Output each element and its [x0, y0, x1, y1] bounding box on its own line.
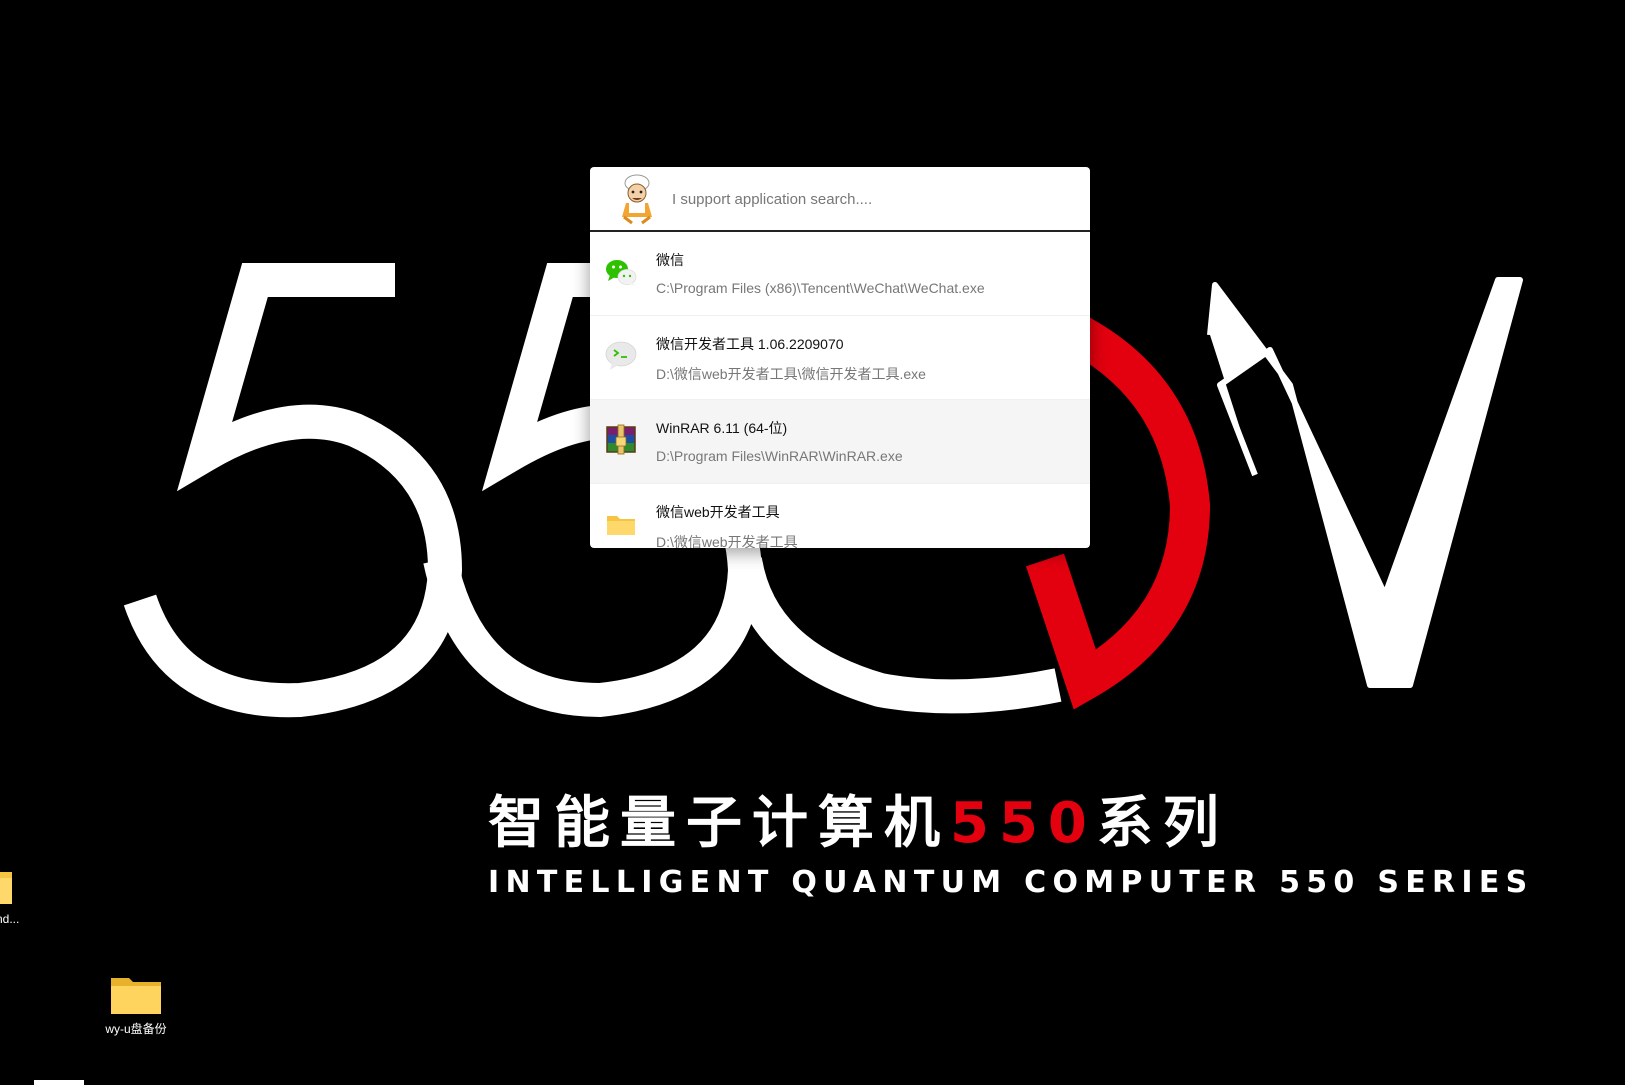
- desktop: 智能量子计算机550系列 INTELLIGENT QUANTUM COMPUTE…: [0, 0, 1625, 1085]
- result-name: 微信web开发者工具: [656, 504, 780, 520]
- wallpaper-title-zh-number: 550: [950, 791, 1097, 856]
- desktop-icon-wy-u-backup[interactable]: wy-u盘备份: [98, 972, 174, 1037]
- cartoon-avatar-icon[interactable]: [614, 173, 660, 225]
- app-launcher-panel: 微信 C:\Program Files (x86)\Tencent\WeChat…: [590, 167, 1090, 548]
- result-path: D:\Program Files\WinRAR\WinRAR.exe: [656, 448, 903, 464]
- result-item-wechat-devtools[interactable]: 微信开发者工具 1.06.2209070 D:\微信web开发者工具\微信开发者…: [590, 316, 1090, 400]
- result-item-wechat-devtools-folder[interactable]: 微信web开发者工具 D:\微信web开发者工具: [590, 484, 1090, 548]
- result-path: D:\微信web开发者工具: [656, 534, 798, 548]
- wechat-icon: [606, 260, 637, 286]
- result-item-wechat[interactable]: 微信 C:\Program Files (x86)\Tencent\WeChat…: [590, 232, 1090, 316]
- wallpaper-digit-5-first: [123, 263, 463, 718]
- desktop-icon-partial[interactable]: nd...: [0, 868, 30, 926]
- result-list: 微信 C:\Program Files (x86)\Tencent\WeChat…: [590, 232, 1090, 548]
- winrar-icon: [606, 424, 636, 455]
- result-name: WinRAR 6.11 (64-位): [656, 420, 788, 436]
- result-name: 微信开发者工具 1.06.2209070: [656, 336, 844, 352]
- folder-icon: [111, 978, 161, 1014]
- result-name: 微信: [656, 252, 684, 268]
- folder-icon: [0, 872, 12, 904]
- wallpaper-digit-0-white: [728, 556, 1062, 714]
- desktop-icon-label: wy-u盘备份: [105, 1022, 167, 1036]
- folder-icon: [607, 516, 635, 535]
- taskbar-item-fragment[interactable]: [34, 1080, 84, 1085]
- wallpaper-title-english: INTELLIGENT QUANTUM COMPUTER 550 SERIES: [488, 865, 1534, 900]
- wechat-devtools-icon: [605, 341, 637, 370]
- wallpaper-title-zh-main: 智能量子计算机: [488, 791, 950, 856]
- result-path: C:\Program Files (x86)\Tencent\WeChat\We…: [656, 280, 985, 296]
- desktop-icon-label: nd...: [0, 912, 20, 926]
- wallpaper-letter-w: [1207, 277, 1523, 688]
- wallpaper-title-zh-suffix: 系列: [1096, 791, 1229, 856]
- result-path: D:\微信web开发者工具\微信开发者工具.exe: [656, 366, 926, 382]
- wallpaper-title-chinese: 智能量子计算机550系列: [488, 796, 1229, 852]
- search-input[interactable]: [672, 185, 1072, 213]
- result-item-winrar[interactable]: WinRAR 6.11 (64-位) D:\Program Files\WinR…: [590, 400, 1090, 484]
- search-bar: [590, 167, 1090, 232]
